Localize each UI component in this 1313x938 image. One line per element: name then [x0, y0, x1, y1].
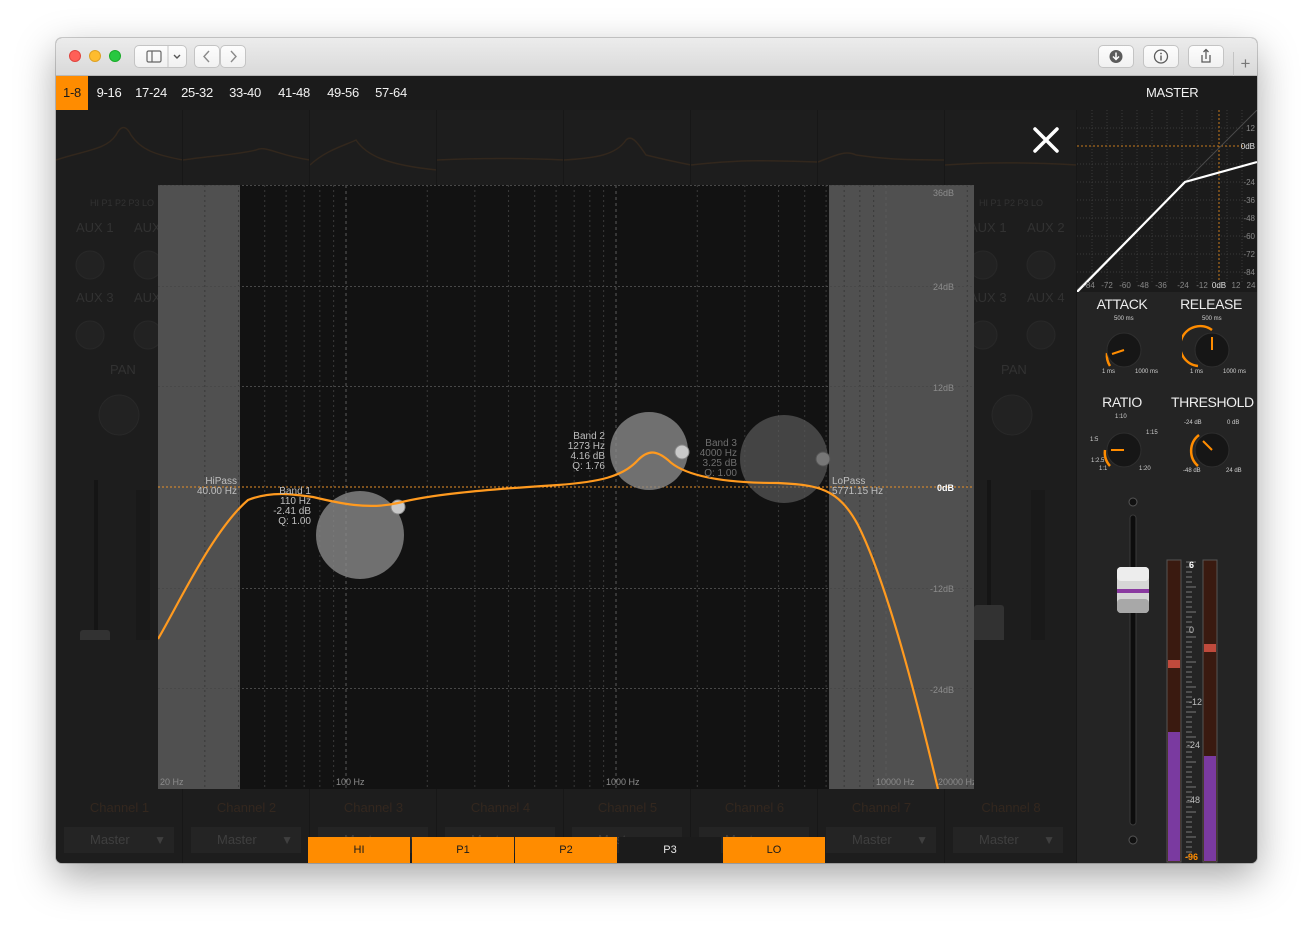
svg-text:-24: -24 — [1187, 740, 1200, 750]
tab-bank-25-32[interactable]: 25-32 — [180, 76, 214, 110]
svg-text:-12: -12 — [1196, 281, 1208, 290]
download-icon — [1109, 50, 1123, 63]
svg-text:-24: -24 — [1243, 178, 1255, 187]
master-level-meter: 6 0 -12 -24 -48 -96 — [1166, 559, 1218, 863]
chevron-left-icon — [203, 50, 210, 63]
close-window-button[interactable] — [69, 50, 81, 62]
share-button[interactable] — [1188, 45, 1224, 68]
svg-text:-48: -48 — [1187, 795, 1200, 805]
svg-text:12: 12 — [1246, 124, 1255, 133]
svg-text:-48: -48 — [1137, 281, 1149, 290]
ratio-label: RATIO — [1102, 394, 1142, 410]
svg-text:-36: -36 — [1155, 281, 1167, 290]
bank-tab-bar: 1-8 9-16 17-24 25-32 33-40 41-48 49-56 5… — [56, 76, 1257, 110]
band-button-p2[interactable]: P2 — [515, 837, 617, 863]
sidebar-toggle-button[interactable] — [134, 45, 187, 68]
band-button-p3[interactable]: P3 — [619, 837, 721, 863]
svg-text:-60: -60 — [1119, 281, 1131, 290]
back-button[interactable] — [194, 45, 220, 68]
tab-bank-57-64[interactable]: 57-64 — [374, 76, 408, 110]
svg-text:0: 0 — [1189, 625, 1194, 635]
master-fader[interactable] — [1103, 495, 1163, 845]
db-label-36: 36dB — [933, 188, 954, 198]
eq-response-curve — [158, 451, 940, 789]
browser-window: + 1-8 9-16 17-24 25-32 33-40 41-48 49-56… — [56, 38, 1257, 863]
release-label: RELEASE — [1180, 296, 1242, 312]
master-fader-handle[interactable] — [1117, 567, 1149, 613]
db-label-0: 0dB — [937, 483, 955, 493]
compressor-curve-graph[interactable]: 12 0dB -24 -36 -48 -60 -72 -84 -84 -72 -… — [1077, 110, 1257, 292]
attack-label: ATTACK — [1096, 296, 1148, 312]
band-2-q: Q: 1.76 — [572, 461, 605, 472]
tab-bank-1-8[interactable]: 1-8 — [56, 76, 88, 110]
hipass-freq: 40.00 Hz — [197, 486, 237, 497]
svg-text:6: 6 — [1189, 560, 1194, 570]
title-bar: + — [56, 38, 1257, 76]
zoom-window-button[interactable] — [109, 50, 121, 62]
tab-bank-33-40[interactable]: 33-40 — [228, 76, 262, 110]
lopass-freq: 5771.15 Hz — [832, 486, 883, 497]
svg-text:12: 12 — [1232, 281, 1241, 290]
svg-text:-60: -60 — [1243, 232, 1255, 241]
band-3-q: Q: 1.00 — [704, 468, 737, 479]
close-icon — [1033, 127, 1059, 153]
meter-right-level — [1204, 756, 1216, 861]
db-label-12: 12dB — [933, 383, 954, 393]
meter-right-peak — [1204, 644, 1216, 652]
svg-text:-96: -96 — [1185, 852, 1198, 862]
svg-text:0dB: 0dB — [1212, 281, 1226, 290]
svg-text:-72: -72 — [1101, 281, 1113, 290]
band-3-handle[interactable] — [740, 415, 828, 503]
downloads-button[interactable] — [1098, 45, 1134, 68]
eq-editor-panel[interactable]: 36dB 24dB 12dB 0dB -12dB -24dB 20 Hz 100… — [158, 185, 974, 789]
meter-left-level — [1168, 732, 1180, 861]
band-button-p1[interactable]: P1 — [412, 837, 514, 863]
freq-label-20000: 20000 Hz — [938, 777, 974, 787]
tab-bank-9-16[interactable]: 9-16 — [94, 76, 124, 110]
svg-text:24: 24 — [1247, 281, 1256, 290]
share-icon — [1201, 48, 1211, 63]
svg-text:0dB: 0dB — [1241, 142, 1255, 151]
master-section-title: MASTER — [1146, 85, 1199, 100]
band-2-q-handle[interactable] — [674, 444, 690, 460]
freq-label-10000: 10000 Hz — [876, 777, 915, 787]
band-button-lo[interactable]: LO — [723, 837, 825, 863]
svg-text:-84: -84 — [1243, 268, 1255, 277]
freq-label-1000: 1000 Hz — [606, 777, 640, 787]
chevron-right-icon — [230, 50, 237, 63]
svg-text:-48: -48 — [1243, 214, 1255, 223]
tab-bank-17-24[interactable]: 17-24 — [134, 76, 168, 110]
svg-text:-84: -84 — [1083, 281, 1095, 290]
info-button[interactable] — [1143, 45, 1179, 68]
info-icon — [1153, 49, 1169, 64]
master-panel: 12 0dB -24 -36 -48 -60 -72 -84 -84 -72 -… — [1077, 110, 1257, 863]
db-label-minus-12: -12dB — [930, 584, 954, 594]
db-label-24: 24dB — [933, 282, 954, 292]
threshold-label: THRESHOLD — [1171, 394, 1254, 410]
freq-label-100: 100 Hz — [336, 777, 365, 787]
new-tab-button[interactable]: + — [1233, 52, 1257, 76]
sidebar-icon — [146, 46, 181, 67]
close-eq-button[interactable] — [1025, 119, 1067, 161]
tab-bank-49-56[interactable]: 49-56 — [326, 76, 360, 110]
db-label-minus-24: -24dB — [930, 685, 954, 695]
svg-text:-72: -72 — [1243, 250, 1255, 259]
eq-graph[interactable]: 36dB 24dB 12dB 0dB -12dB -24dB 20 Hz 100… — [158, 185, 974, 789]
band-button-hi[interactable]: HI — [308, 837, 410, 863]
svg-text:-12: -12 — [1189, 697, 1202, 707]
minimize-window-button[interactable] — [89, 50, 101, 62]
tab-bank-41-48[interactable]: 41-48 — [277, 76, 311, 110]
svg-text:-36: -36 — [1243, 196, 1255, 205]
plus-icon: + — [1240, 54, 1251, 73]
band-3-q-handle[interactable] — [815, 451, 831, 467]
freq-label-20: 20 Hz — [160, 777, 184, 787]
svg-text:-24: -24 — [1177, 281, 1189, 290]
band-1-q: Q: 1.00 — [278, 516, 311, 527]
forward-button[interactable] — [220, 45, 246, 68]
meter-left-peak — [1168, 660, 1180, 668]
